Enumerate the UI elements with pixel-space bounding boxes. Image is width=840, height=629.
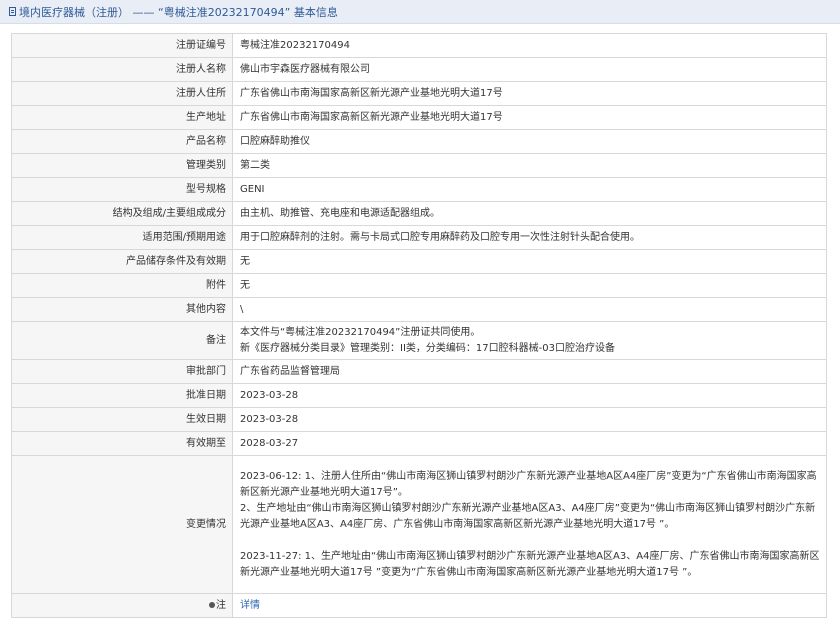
field-value: 口腔麻醉助推仪 bbox=[232, 129, 827, 154]
table-row: 生效日期 2023-03-28 bbox=[11, 407, 827, 432]
change-entry: 2023-11-27: 1、生产地址由“佛山市南海区狮山镇罗村朗沙广东新光源产业… bbox=[240, 550, 820, 578]
field-value: 无 bbox=[232, 249, 827, 274]
field-value: \ bbox=[232, 297, 827, 322]
table-row: 结构及组成/主要组成成分 由主机、助推管、充电座和电源适配器组成。 bbox=[11, 201, 827, 226]
note-label: 注 bbox=[216, 599, 226, 611]
field-value: 由主机、助推管、充电座和电源适配器组成。 bbox=[232, 201, 827, 226]
table-row: 附件无 bbox=[11, 273, 827, 298]
table-row: 有效期至 2028-03-27 bbox=[11, 431, 827, 456]
field-value: 广东省佛山市南海国家高新区新光源产业基地光明大道17号 bbox=[232, 105, 827, 130]
table-row: 管理类别 第二类 bbox=[11, 153, 827, 178]
note-value: 详情 bbox=[232, 593, 827, 618]
field-value: 无 bbox=[232, 273, 827, 298]
change-entry: 2、生产地址由“佛山市南海区狮山镇罗村朗沙广东新光源产业基地A区A3、A4座厂房… bbox=[240, 502, 816, 530]
field-label: 生产地址 bbox=[11, 105, 233, 130]
remark-value: 本文件与“粤械注准20232170494”注册证共同使用。 新《医疗器械分类目录… bbox=[232, 321, 827, 360]
table-row: 注册人名称 佛山市宇森医疗器械有限公司 bbox=[11, 57, 827, 82]
field-label: 批准日期 bbox=[11, 383, 233, 408]
field-label: 结构及组成/主要组成成分 bbox=[11, 201, 233, 226]
field-label: 变更情况 bbox=[11, 455, 233, 594]
remark-line: 本文件与“粤械注准20232170494”注册证共同使用。 bbox=[240, 326, 481, 338]
change-history: 2023-06-12: 1、注册人住所由“佛山市南海区狮山镇罗村朗沙广东新光源产… bbox=[232, 455, 827, 594]
bullet-icon bbox=[209, 601, 215, 608]
table-row: 注册证编号 粤械注准20232170494 bbox=[11, 33, 827, 58]
field-value: 第二类 bbox=[232, 153, 827, 178]
page-title: 境内医疗器械（注册） —— “粤械注准20232170494” 基本信息 bbox=[19, 5, 338, 19]
field-label: 适用范围/预期用途 bbox=[11, 225, 233, 250]
field-value: GENI bbox=[232, 177, 827, 202]
table-row-remark: 备注 本文件与“粤械注准20232170494”注册证共同使用。 新《医疗器械分… bbox=[11, 321, 827, 360]
field-label: 注册人住所 bbox=[11, 81, 233, 106]
field-label: 产品储存条件及有效期 bbox=[11, 249, 233, 274]
table-row: 批准日期 2023-03-28 bbox=[11, 383, 827, 408]
field-label: 其他内容 bbox=[11, 297, 233, 322]
field-label: 备注 bbox=[11, 321, 233, 360]
table-row: 注册人住所 广东省佛山市南海国家高新区新光源产业基地光明大道17号 bbox=[11, 81, 827, 106]
table-row-note: 注 详情 bbox=[11, 593, 827, 618]
field-label: 生效日期 bbox=[11, 407, 233, 432]
field-value: 2028-03-27 bbox=[232, 431, 827, 456]
field-label: 管理类别 bbox=[11, 153, 233, 178]
note-label-cell: 注 bbox=[11, 593, 233, 618]
change-entry: 2023-06-12: 1、注册人住所由“佛山市南海区狮山镇罗村朗沙广东新光源产… bbox=[240, 470, 817, 498]
table-row-changes: 变更情况 2023-06-12: 1、注册人住所由“佛山市南海区狮山镇罗村朗沙广… bbox=[11, 455, 827, 594]
page-header: 境内医疗器械（注册） —— “粤械注准20232170494” 基本信息 bbox=[0, 0, 840, 24]
field-label: 有效期至 bbox=[11, 431, 233, 456]
details-link[interactable]: 详情 bbox=[240, 600, 260, 611]
field-label: 型号规格 bbox=[11, 177, 233, 202]
registration-info-table: 注册证编号 粤械注准20232170494 注册人名称 佛山市宇森医疗器械有限公司 … bbox=[11, 33, 827, 618]
table-row: 型号规格 GENI bbox=[11, 177, 827, 202]
table-row: 产品储存条件及有效期无 bbox=[11, 249, 827, 274]
field-label: 注册证编号 bbox=[11, 33, 233, 58]
field-value: 2023-03-28 bbox=[232, 383, 827, 408]
field-value: 佛山市宇森医疗器械有限公司 bbox=[232, 57, 827, 82]
field-label: 注册人名称 bbox=[11, 57, 233, 82]
table-row: 产品名称 口腔麻醉助推仪 bbox=[11, 129, 827, 154]
remark-line: 新《医疗器械分类目录》管理类别：II类，分类编码：17口腔科器械-03口腔治疗设… bbox=[240, 342, 615, 354]
table-row: 生产地址 广东省佛山市南海国家高新区新光源产业基地光明大道17号 bbox=[11, 105, 827, 130]
document-icon bbox=[9, 7, 16, 16]
table-row: 审批部门 广东省药品监督管理局 bbox=[11, 359, 827, 384]
field-label: 附件 bbox=[11, 273, 233, 298]
field-value: 广东省药品监督管理局 bbox=[232, 359, 827, 384]
table-row: 适用范围/预期用途 用于口腔麻醉剂的注射。需与卡局式口腔专用麻醉药及口腔专用一次性… bbox=[11, 225, 827, 250]
field-value: 广东省佛山市南海国家高新区新光源产业基地光明大道17号 bbox=[232, 81, 827, 106]
field-value: 2023-03-28 bbox=[232, 407, 827, 432]
field-value: 粤械注准20232170494 bbox=[232, 33, 827, 58]
table-row: 其他内容 \ bbox=[11, 297, 827, 322]
field-label: 审批部门 bbox=[11, 359, 233, 384]
field-label: 产品名称 bbox=[11, 129, 233, 154]
field-value: 用于口腔麻醉剂的注射。需与卡局式口腔专用麻醉药及口腔专用一次性注射针头配合使用。 bbox=[232, 225, 827, 250]
